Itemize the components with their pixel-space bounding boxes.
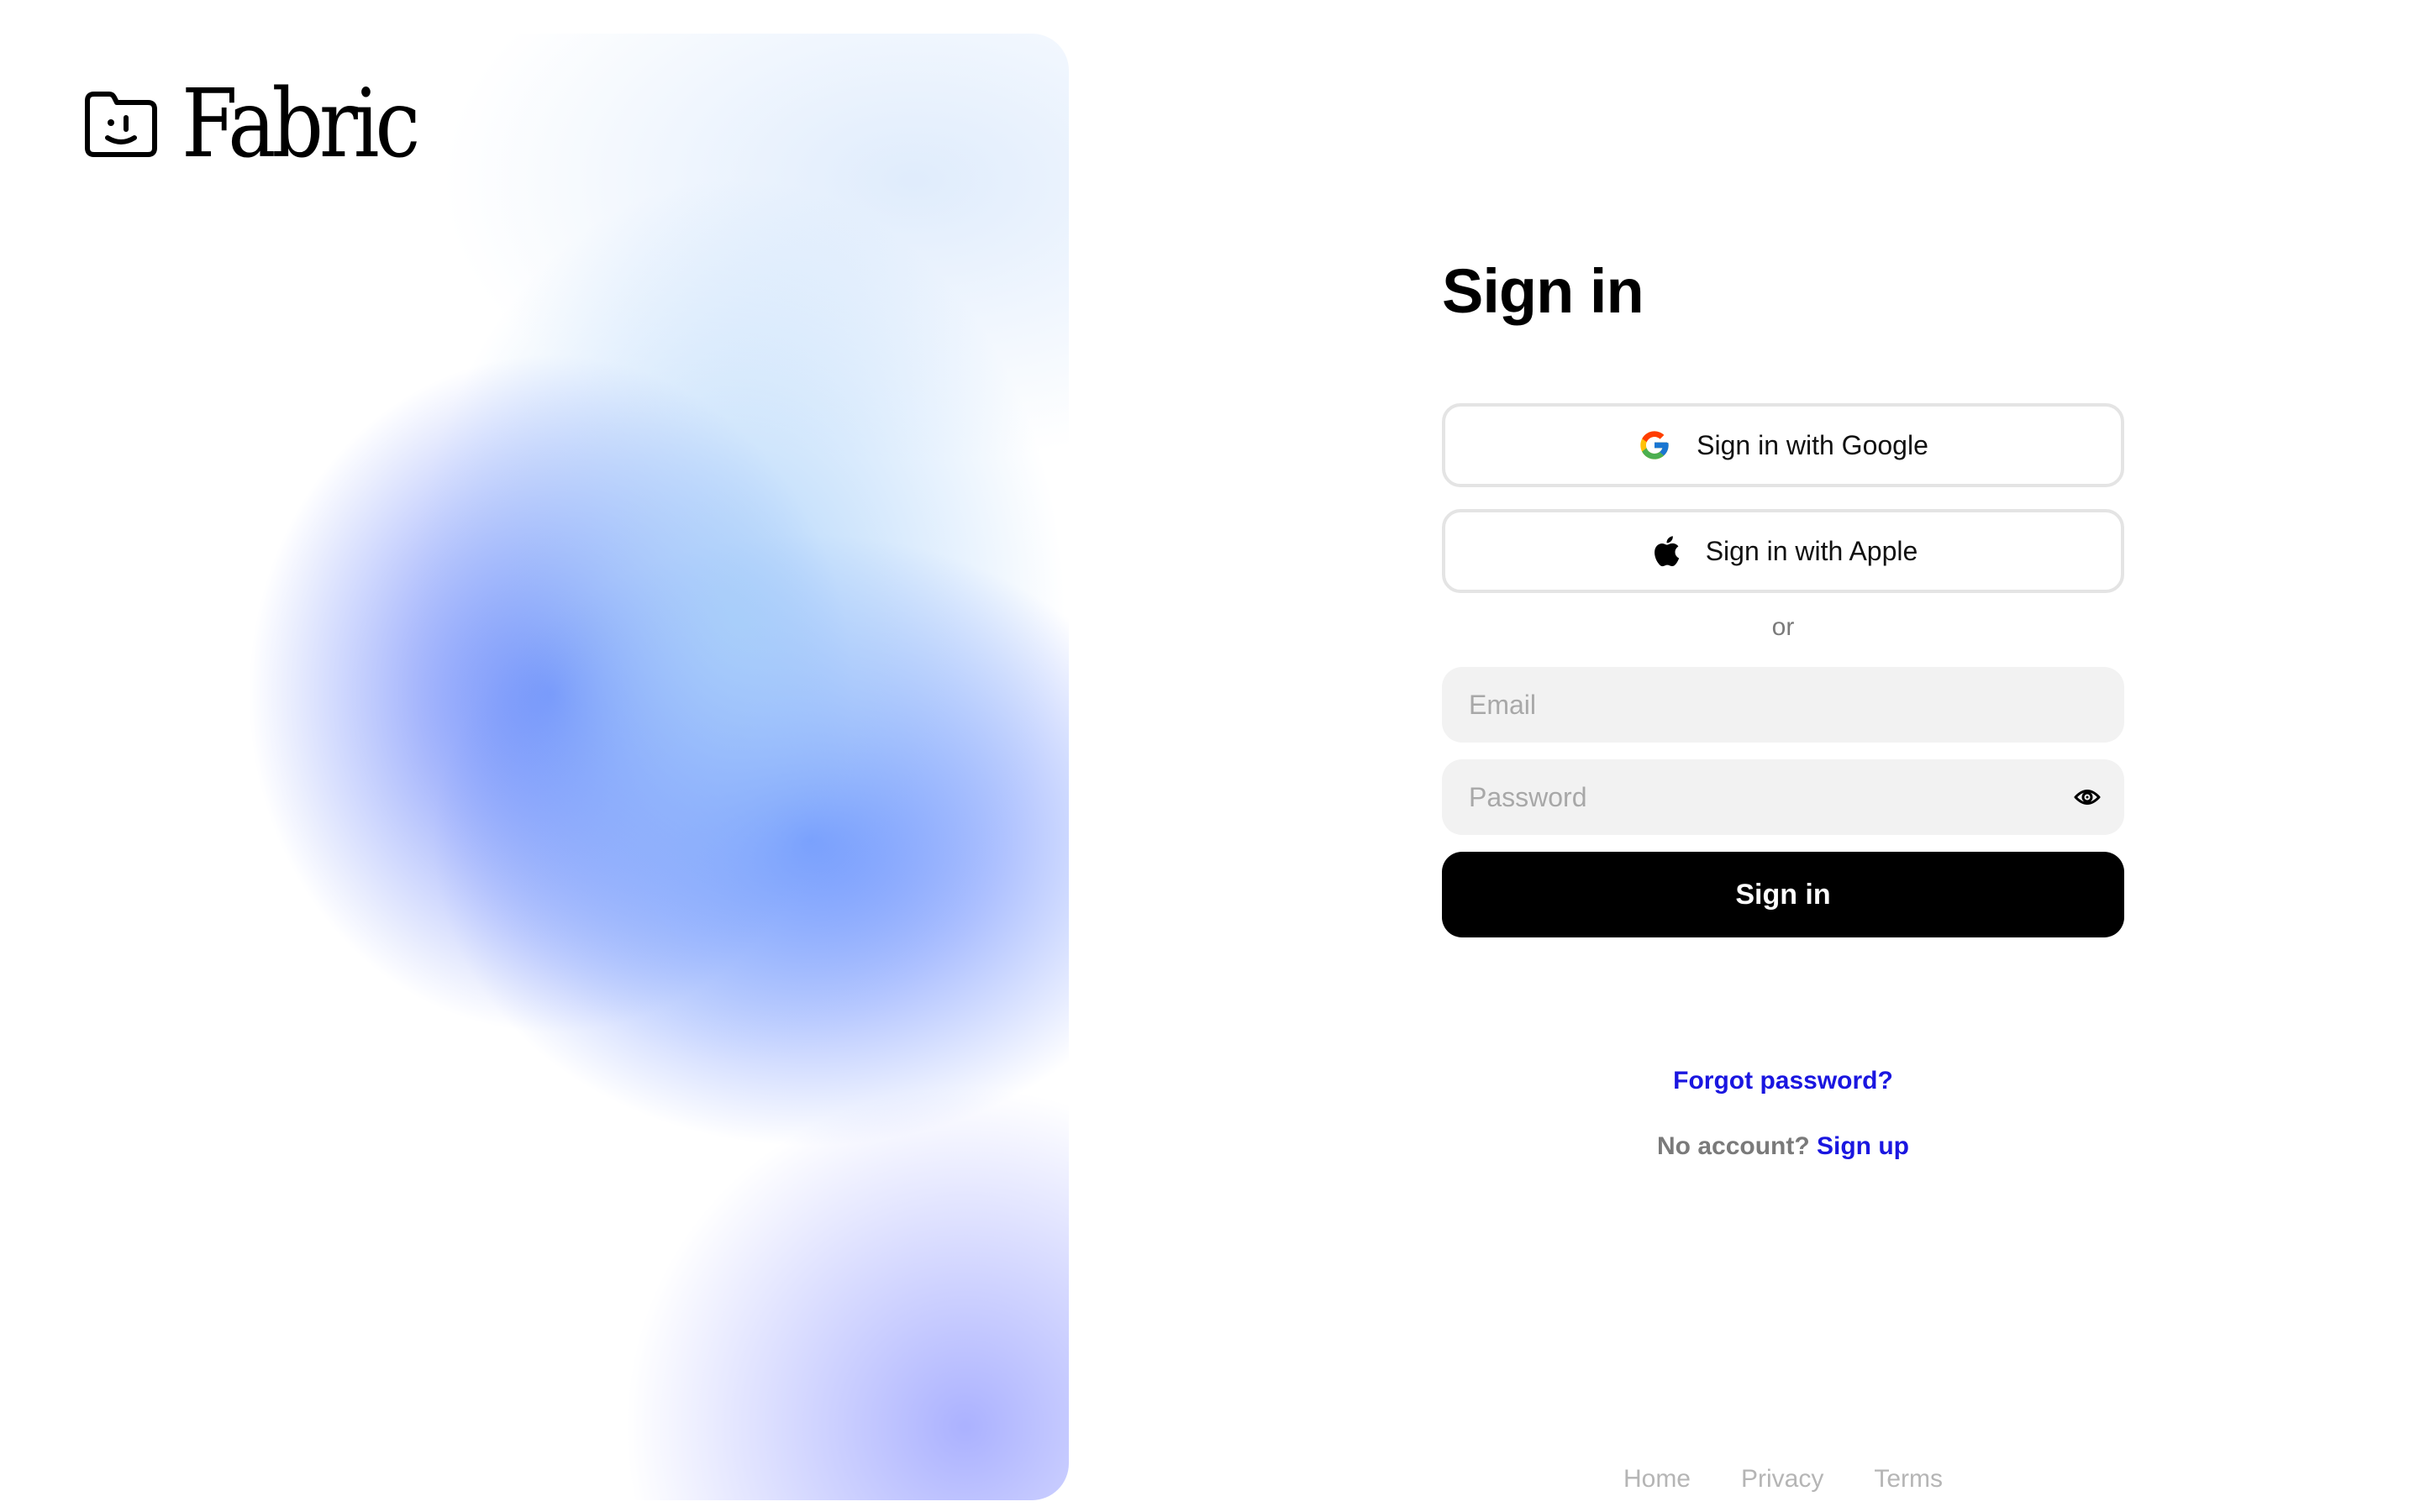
password-field[interactable]	[1442, 759, 2124, 835]
footer-link-home[interactable]: Home	[1623, 1465, 1691, 1494]
footer-link-privacy[interactable]: Privacy	[1741, 1465, 1823, 1494]
page-title: Sign in	[1442, 256, 1644, 326]
eye-icon[interactable]	[2072, 782, 2102, 812]
email-field[interactable]	[1442, 667, 2124, 743]
apple-signin-button[interactable]: Sign in with Apple	[1442, 509, 2124, 593]
hero-gradient-panel	[34, 34, 1069, 1500]
no-account-text: No account?	[1657, 1132, 1810, 1160]
folder-face-icon	[85, 92, 157, 157]
apple-signin-label: Sign in with Apple	[1705, 535, 1918, 566]
footer-links: Home Privacy Terms	[1442, 1465, 2124, 1494]
forgot-password-link[interactable]: Forgot password?	[1442, 1067, 2124, 1095]
apple-icon	[1649, 533, 1681, 570]
footer-link-terms[interactable]: Terms	[1874, 1465, 1943, 1494]
signup-link[interactable]: Sign up	[1817, 1132, 1909, 1160]
google-icon	[1638, 428, 1671, 462]
brand-name: Fabric	[182, 70, 420, 179]
signin-submit-button[interactable]: Sign in	[1442, 852, 2124, 937]
signin-form: Sign in Sign in with Google Sign in with…	[1442, 252, 2124, 1160]
signup-prompt: No account? Sign up	[1442, 1132, 2124, 1161]
google-signin-label: Sign in with Google	[1697, 429, 1928, 460]
signin-page: Fabric Sign in Sign in with Google Sign …	[0, 0, 2420, 1512]
password-field-group	[1442, 759, 2124, 835]
brand-logo[interactable]: Fabric	[82, 77, 455, 171]
or-divider: or	[1771, 613, 1795, 641]
google-signin-button[interactable]: Sign in with Google	[1442, 403, 2124, 487]
